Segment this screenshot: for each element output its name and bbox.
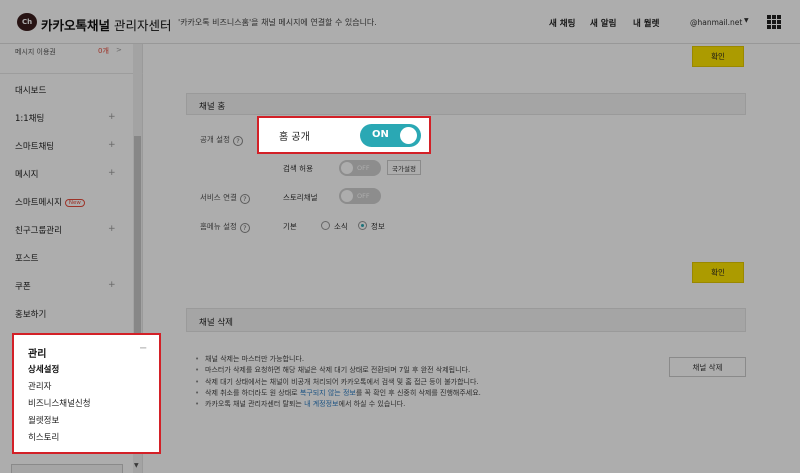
app-title[interactable]: 카카오톡채널 관리자센터 [41, 15, 172, 34]
toggle-knob [400, 127, 417, 144]
story-channel-label: 스토리채널 [283, 193, 318, 202]
message-credit-label: 메시지 이용권 [15, 48, 56, 56]
list-item: 카카오톡 채널 관리자센터 탈퇴는 내 계정정보에서 하실 수 있습니다. [195, 399, 481, 411]
management-menu-highlight: 관리 − 상세설정 관리자 비즈니스채널신청 월렛정보 히스토리 [12, 333, 161, 454]
sidebar-item-label: 대시보드 [15, 86, 47, 96]
toggle-knob [341, 162, 353, 174]
toggle-state: ON [372, 129, 389, 140]
app-title-rest: 관리자센터 [110, 18, 172, 33]
top-header: Ch 카카오톡채널 관리자센터 '카카오톡 비즈니스홈'을 채널 메시지에 연결… [0, 0, 800, 44]
sidebar-item-label: 메시지 [15, 170, 39, 180]
radio-news[interactable] [321, 221, 330, 230]
sidebar-item-promote[interactable]: 홍보하기 [15, 308, 125, 320]
radio-info[interactable] [358, 221, 367, 230]
chevron-right-icon[interactable]: > [116, 46, 122, 54]
section-title: 채널 홈 [199, 102, 226, 112]
sidebar-item-history[interactable]: 히스토리 [28, 431, 59, 443]
service-link-label: 서비스 연결? [200, 192, 250, 204]
section-title: 채널 삭제 [199, 318, 233, 328]
help-icon[interactable]: ? [232, 136, 243, 146]
account-dropdown-icon[interactable]: ▼ [744, 17, 749, 24]
new-badge: New [64, 199, 85, 207]
confirm-button-middle[interactable]: 확인 [692, 262, 744, 283]
channel-logo-icon[interactable]: Ch [17, 13, 37, 31]
expand-icon[interactable]: + [108, 112, 116, 122]
expand-icon[interactable]: + [108, 140, 116, 150]
sidebar-item-detail-settings[interactable]: 상세설정 [28, 363, 59, 375]
home-public-label: 홈 공개 [279, 132, 310, 143]
sidebar-item-label: 홍보하기 [15, 310, 47, 320]
sidebar-item-label: 스마트채팅 [15, 142, 55, 152]
story-channel-toggle[interactable]: OFF [339, 188, 381, 204]
channel-home-section-header: 채널 홈 [186, 93, 746, 115]
toggle-state: OFF [357, 192, 370, 200]
sidebar-item-wallet-info[interactable]: 월렛정보 [28, 414, 59, 426]
sidebar-item-post[interactable]: 포스트 [15, 252, 125, 264]
delete-notes-list: 채널 삭제는 마스터만 가능합니다. 마스터가 삭제를 요청하면 해당 채널은 … [195, 354, 481, 411]
header-notice[interactable]: '카카오톡 비즈니스홈'을 채널 메시지에 연결할 수 있습니다. [178, 17, 377, 28]
list-item: 삭제 취소를 하더라도 원 상태로 복구되지 않는 정보를 꼭 확인 후 신중히… [195, 388, 481, 400]
radio-info-label[interactable]: 정보 [371, 221, 385, 232]
home-public-highlight: 홈 공개 ON [257, 116, 431, 154]
list-item: 마스터가 삭제를 요청하면 해당 채널은 삭제 대기 상태로 전환되며 7일 후… [195, 365, 481, 377]
message-credit-count[interactable]: 0개 [98, 46, 109, 56]
scroll-down-icon[interactable]: ▼ [134, 462, 139, 469]
nav-new-alert[interactable]: 새 알림 [590, 17, 616, 29]
delete-channel-button[interactable]: 채널 삭제 [669, 357, 746, 377]
help-icon[interactable]: ? [239, 194, 250, 204]
apps-grid-icon[interactable] [767, 15, 781, 29]
message-credit-panel: 메시지 이용권 0개 > [0, 44, 143, 74]
expand-icon[interactable]: + [108, 224, 116, 234]
home-menu-default: 기본 [283, 222, 297, 231]
list-item: 채널 삭제는 마스터만 가능합니다. [195, 354, 481, 366]
sidebar-item-label: 쿠폰 [15, 282, 31, 292]
public-setting-label: 공개 설정? [200, 134, 243, 146]
nav-my-wallet[interactable]: 내 월렛 [633, 17, 659, 29]
sidebar-item-business-channel[interactable]: 비즈니스채널신청 [28, 397, 91, 409]
expand-icon[interactable]: + [108, 168, 116, 178]
home-menu-label: 홈메뉴 설정? [200, 221, 250, 233]
my-account-link[interactable]: 내 계정정보 [304, 400, 338, 408]
radio-news-label[interactable]: 소식 [334, 221, 348, 232]
help-icon[interactable]: ? [239, 223, 250, 233]
confirm-button-top[interactable]: 확인 [692, 46, 744, 67]
sidebar-item-label: 1:1채팅 [15, 114, 45, 124]
account-email[interactable]: @hanmail.net [690, 18, 742, 27]
toggle-state: OFF [357, 164, 370, 172]
app-title-bold: 카카오톡채널 [41, 18, 111, 33]
sidebar-item-smart-message[interactable]: 스마트메시지 New [15, 196, 125, 208]
sidebar-item-label: 스마트메시지 [15, 198, 62, 208]
unrecoverable-info-link[interactable]: 복구되지 않는 정보 [300, 389, 356, 397]
sidebar-footer-box [11, 464, 123, 473]
country-setting-button[interactable]: 국가설정 [387, 160, 421, 175]
nav-new-chat[interactable]: 새 채팅 [549, 17, 575, 29]
sidebar-item-dashboard[interactable]: 대시보드 [15, 84, 125, 96]
sidebar-item-label: 친구그룹관리 [15, 226, 62, 236]
search-allow-toggle[interactable]: OFF [339, 160, 381, 176]
sidebar-item-label: 포스트 [15, 254, 39, 264]
collapse-icon[interactable]: − [139, 343, 147, 354]
list-item: 삭제 대기 상태에서는 채널이 비공개 처리되어 카카오톡에서 검색 및 홈 접… [195, 377, 481, 389]
search-allow-label: 검색 허용 [283, 164, 313, 173]
expand-icon[interactable]: + [108, 280, 116, 290]
management-title[interactable]: 관리 [28, 345, 46, 360]
home-public-toggle[interactable]: ON [360, 124, 421, 147]
channel-delete-section-header: 채널 삭제 [186, 308, 746, 332]
toggle-knob [341, 190, 353, 202]
sidebar-item-admins[interactable]: 관리자 [28, 380, 51, 392]
